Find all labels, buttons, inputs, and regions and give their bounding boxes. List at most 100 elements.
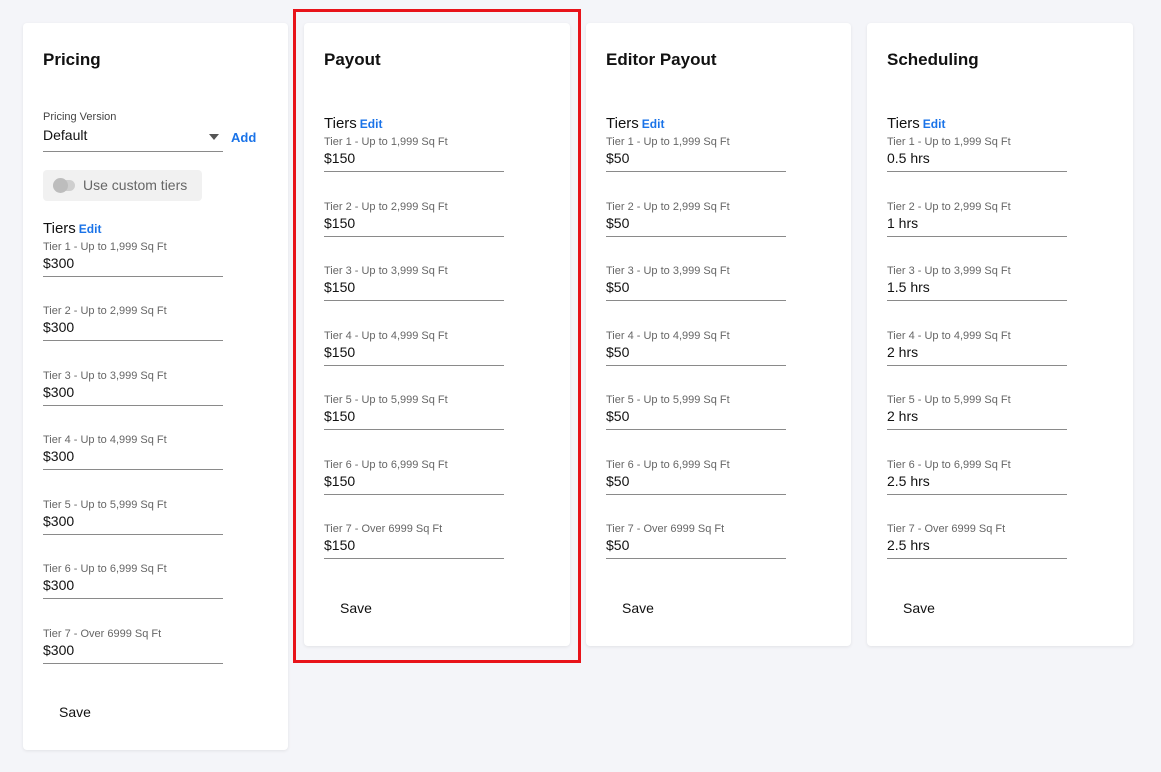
tier-field[interactable]: Tier 7 - Over 6999 Sq Ft 2.5 hrs [887, 523, 1067, 559]
tier-field[interactable]: Tier 7 - Over 6999 Sq Ft $300 [43, 628, 223, 664]
pricing-version-value: Default [43, 127, 88, 143]
pricing-title: Pricing [43, 50, 101, 69]
editor-payout-tiers-edit-link[interactable]: Edit [642, 117, 665, 131]
tier-field[interactable]: Tier 1 - Up to 1,999 Sq Ft 0.5 hrs [887, 136, 1067, 172]
tier-value: $150 [324, 537, 356, 553]
pricing-card: Pricing Pricing Version Default Add Use … [23, 23, 288, 750]
tier-value: 2.5 hrs [887, 537, 930, 553]
scheduling-tiers-header: Tiers Edit [887, 115, 945, 132]
tiers-label: Tiers [43, 220, 76, 237]
tier-value: $150 [324, 279, 356, 295]
tier-value: $150 [324, 344, 356, 360]
use-custom-tiers-label: Use custom tiers [83, 177, 188, 193]
tier-value: 2 hrs [887, 408, 919, 424]
tier-field[interactable]: Tier 2 - Up to 2,999 Sq Ft $300 [43, 305, 223, 341]
pricing-tiers-edit-link[interactable]: Edit [79, 222, 102, 236]
payout-title: Payout [324, 50, 381, 69]
tier-value: 1.5 hrs [887, 279, 930, 295]
editor-payout-card: Editor Payout Tiers Edit Tier 1 - Up to 1… [586, 23, 851, 646]
tier-value: 2.5 hrs [887, 473, 930, 489]
payout-tiers-edit-link[interactable]: Edit [360, 117, 383, 131]
tier-field[interactable]: Tier 1 - Up to 1,999 Sq Ft $150 [324, 136, 504, 172]
tier-value: 1 hrs [887, 215, 919, 231]
tier-field[interactable]: Tier 2 - Up to 2,999 Sq Ft $150 [324, 201, 504, 237]
tier-field[interactable]: Tier 4 - Up to 4,999 Sq Ft $300 [43, 434, 223, 470]
tier-label: Tier 3 - Up to 3,999 Sq Ft [606, 265, 730, 277]
scheduling-save-button[interactable]: Save [887, 593, 951, 623]
tier-value: $150 [324, 150, 356, 166]
tier-field[interactable]: Tier 7 - Over 6999 Sq Ft $50 [606, 523, 786, 559]
pricing-version-select[interactable]: Default [43, 127, 223, 152]
tiers-label: Tiers [606, 115, 639, 132]
scheduling-tiers-edit-link[interactable]: Edit [923, 117, 946, 131]
tier-label: Tier 3 - Up to 3,999 Sq Ft [887, 265, 1011, 277]
tier-value: 0.5 hrs [887, 150, 930, 166]
tier-field[interactable]: Tier 7 - Over 6999 Sq Ft $150 [324, 523, 504, 559]
tier-label: Tier 2 - Up to 2,999 Sq Ft [606, 201, 730, 213]
tier-field[interactable]: Tier 1 - Up to 1,999 Sq Ft $50 [606, 136, 786, 172]
tier-value: 2 hrs [887, 344, 919, 360]
tier-field[interactable]: Tier 6 - Up to 6,999 Sq Ft $300 [43, 563, 223, 599]
tier-label: Tier 1 - Up to 1,999 Sq Ft [43, 241, 167, 253]
tier-value: $50 [606, 537, 630, 553]
tier-label: Tier 1 - Up to 1,999 Sq Ft [324, 136, 448, 148]
scheduling-title: Scheduling [887, 50, 979, 69]
payout-save-button[interactable]: Save [324, 593, 388, 623]
payout-tiers-header: Tiers Edit [324, 115, 382, 132]
tier-label: Tier 6 - Up to 6,999 Sq Ft [606, 459, 730, 471]
tier-label: Tier 5 - Up to 5,999 Sq Ft [43, 499, 167, 511]
tier-value: $50 [606, 408, 630, 424]
tier-field[interactable]: Tier 3 - Up to 3,999 Sq Ft $50 [606, 265, 786, 301]
tier-label: Tier 7 - Over 6999 Sq Ft [887, 523, 1006, 535]
tier-label: Tier 6 - Up to 6,999 Sq Ft [43, 563, 167, 575]
tier-value: $300 [43, 642, 75, 658]
tier-field[interactable]: Tier 5 - Up to 5,999 Sq Ft 2 hrs [887, 394, 1067, 430]
tier-label: Tier 6 - Up to 6,999 Sq Ft [324, 459, 448, 471]
tier-field[interactable]: Tier 5 - Up to 5,999 Sq Ft $50 [606, 394, 786, 430]
pricing-version-label: Pricing Version [43, 111, 117, 123]
tier-field[interactable]: Tier 5 - Up to 5,999 Sq Ft $300 [43, 499, 223, 535]
tier-label: Tier 3 - Up to 3,999 Sq Ft [324, 265, 448, 277]
tier-field[interactable]: Tier 2 - Up to 2,999 Sq Ft 1 hrs [887, 201, 1067, 237]
tier-field[interactable]: Tier 3 - Up to 3,999 Sq Ft 1.5 hrs [887, 265, 1067, 301]
tier-value: $50 [606, 473, 630, 489]
tier-label: Tier 1 - Up to 1,999 Sq Ft [887, 136, 1011, 148]
tier-value: $300 [43, 513, 75, 529]
tier-label: Tier 5 - Up to 5,999 Sq Ft [324, 394, 448, 406]
tier-label: Tier 2 - Up to 2,999 Sq Ft [324, 201, 448, 213]
tier-value: $300 [43, 448, 75, 464]
editor-payout-save-button[interactable]: Save [606, 593, 670, 623]
tier-field[interactable]: Tier 5 - Up to 5,999 Sq Ft $150 [324, 394, 504, 430]
tier-field[interactable]: Tier 3 - Up to 3,999 Sq Ft $150 [324, 265, 504, 301]
tier-label: Tier 7 - Over 6999 Sq Ft [606, 523, 725, 535]
pricing-tiers-header: Tiers Edit [43, 220, 101, 237]
tier-field[interactable]: Tier 2 - Up to 2,999 Sq Ft $50 [606, 201, 786, 237]
tier-value: $300 [43, 255, 75, 271]
tier-field[interactable]: Tier 4 - Up to 4,999 Sq Ft 2 hrs [887, 330, 1067, 366]
editor-payout-tiers-header: Tiers Edit [606, 115, 664, 132]
tier-label: Tier 6 - Up to 6,999 Sq Ft [887, 459, 1011, 471]
tier-value: $150 [324, 473, 356, 489]
tier-field[interactable]: Tier 6 - Up to 6,999 Sq Ft $50 [606, 459, 786, 495]
add-pricing-version-button[interactable]: Add [231, 130, 256, 145]
tier-field[interactable]: Tier 4 - Up to 4,999 Sq Ft $150 [324, 330, 504, 366]
pricing-save-button[interactable]: Save [43, 697, 107, 727]
tier-label: Tier 7 - Over 6999 Sq Ft [324, 523, 443, 535]
editor-payout-title: Editor Payout [606, 50, 717, 69]
tier-value: $300 [43, 577, 75, 593]
tier-label: Tier 4 - Up to 4,999 Sq Ft [887, 330, 1011, 342]
tier-field[interactable]: Tier 6 - Up to 6,999 Sq Ft 2.5 hrs [887, 459, 1067, 495]
use-custom-tiers-toggle[interactable]: Use custom tiers [43, 170, 202, 201]
tier-value: $150 [324, 408, 356, 424]
scheduling-card: Scheduling Tiers Edit Tier 1 - Up to 1,99… [867, 23, 1133, 646]
tier-value: $50 [606, 150, 630, 166]
tier-field[interactable]: Tier 4 - Up to 4,999 Sq Ft $50 [606, 330, 786, 366]
payout-card: Payout Tiers Edit Tier 1 - Up to 1,999 Sq… [304, 23, 570, 646]
caret-down-icon [209, 134, 219, 140]
tier-value: $50 [606, 215, 630, 231]
tier-field[interactable]: Tier 1 - Up to 1,999 Sq Ft $300 [43, 241, 223, 277]
tier-field[interactable]: Tier 3 - Up to 3,999 Sq Ft $300 [43, 370, 223, 406]
tier-field[interactable]: Tier 6 - Up to 6,999 Sq Ft $150 [324, 459, 504, 495]
tier-value: $150 [324, 215, 356, 231]
tier-label: Tier 4 - Up to 4,999 Sq Ft [606, 330, 730, 342]
